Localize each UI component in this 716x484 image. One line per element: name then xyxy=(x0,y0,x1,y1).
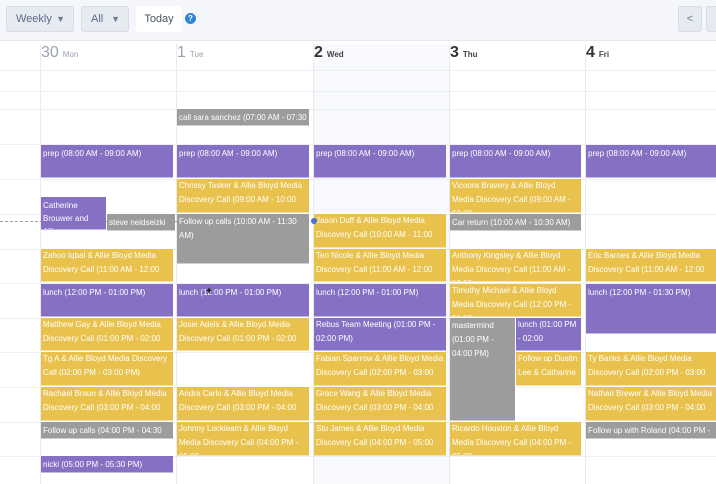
calendar-event[interactable]: Ty Banks & Allie Bloyd Media Discovery C… xyxy=(586,352,716,386)
mouse-pointer-icon: ✦ xyxy=(205,286,214,297)
help-icon[interactable]: ? xyxy=(185,13,196,24)
calendar-event[interactable]: prep (08:00 AM - 09:00 AM) xyxy=(314,145,446,178)
calendar-event[interactable]: Ricardo Houston & Allie Bloyd Media Disc… xyxy=(450,422,581,456)
day-header-wed[interactable]: 2 Wed xyxy=(314,44,344,70)
calendar-event[interactable]: Fabian Sparrow & Allie Bloyd Media Disco… xyxy=(314,352,446,386)
calendar-toolbar: Weekly ▼ All ▼ Today ? < xyxy=(0,0,716,41)
calendar-event[interactable]: lunch (12:00 PM - 01:00 PM) xyxy=(41,284,173,317)
calendar-event[interactable]: Tg A & Allie Bloyd Media Discovery Call … xyxy=(41,352,173,386)
calendar-event[interactable]: mastermind (01:00 PM - 04:00 PM) xyxy=(450,318,515,421)
day-number: 4 xyxy=(586,44,595,61)
day-name: Wed xyxy=(326,50,344,59)
hour-line xyxy=(0,179,716,180)
hour-line xyxy=(0,91,716,92)
calendar-event[interactable]: Follow up with Roland (04:00 PM - 05:00 xyxy=(586,422,716,439)
day-header-mon[interactable]: 30 Mon xyxy=(41,44,78,70)
chevron-down-icon: ▼ xyxy=(56,14,65,24)
calendar-event[interactable]: lunch (12:00 PM - 01:00 PM) xyxy=(177,284,309,317)
hour-line xyxy=(0,70,716,71)
calendar-event[interactable]: Nathan Brewer & Allie Bloyd Media Discov… xyxy=(586,387,716,421)
calendar-event[interactable]: Jason Duff & Allie Bloyd Media Discovery… xyxy=(314,214,446,248)
next-week-button[interactable] xyxy=(706,6,716,32)
calendar-event[interactable]: Chrissy Tasker & Allie Bloyd Media Disco… xyxy=(177,179,309,213)
calendar-event[interactable]: Eric Barnes & Allie Bloyd Media Discover… xyxy=(586,249,716,282)
hour-line xyxy=(0,109,716,110)
calendar-event[interactable]: Josie Adels & Allie Bloyd Media Discover… xyxy=(177,318,309,351)
calendar-event[interactable]: Zahoo Iqbal & Allie Bloyd Media Discover… xyxy=(41,249,173,282)
day-name: Thu xyxy=(462,50,478,59)
calendar-event[interactable]: Follow up Dustin Lee & Catharine xyxy=(516,352,581,386)
day-header-fri[interactable]: 4 Fri xyxy=(586,44,609,70)
calendar-event[interactable]: Stu James & Allie Bloyd Media Discovery … xyxy=(314,422,446,456)
calendar-event[interactable]: prep (08:00 AM - 09:00 AM) xyxy=(450,145,581,178)
day-header-thu[interactable]: 3 Thu xyxy=(450,44,478,70)
calendar-event[interactable]: Car return (10:00 AM - 10:30 AM) xyxy=(450,214,581,231)
view-select[interactable]: Weekly ▼ xyxy=(6,6,74,32)
chevron-down-icon: ▼ xyxy=(111,14,120,24)
prev-week-button[interactable]: < xyxy=(678,6,702,32)
calendar-event[interactable]: Rebus Team Meeting (01:00 PM - 02:00 PM) xyxy=(314,318,446,351)
calendar-event[interactable]: lunch (12:00 PM - 01:00 PM) xyxy=(314,284,446,317)
filter-select-label: All xyxy=(91,13,104,25)
current-time-dot xyxy=(311,218,317,224)
calendar-event[interactable]: prep (08:00 AM - 09:00 AM) xyxy=(177,145,309,178)
calendar-event[interactable]: Anthony Kingsley & Allie Bloyd Media Dis… xyxy=(450,249,581,282)
calendar-event[interactable]: lunch (12:00 PM - 01:30 PM) xyxy=(586,284,716,334)
calendar-event[interactable]: Follow up calls (04:00 PM - 04:30 xyxy=(41,422,173,439)
calendar-event[interactable]: Timothy Michael & Allie Bloyd Media Disc… xyxy=(450,284,581,317)
day-name: Fri xyxy=(598,50,610,59)
day-header-tue[interactable]: 1 Tue xyxy=(177,44,203,70)
calendar-event[interactable]: Follow up calls (10:00 AM - 11:30 AM) xyxy=(177,214,309,264)
calendar-event[interactable]: steve neidseizki xyxy=(107,214,175,231)
day-number: 1 xyxy=(177,44,186,61)
calendar-event[interactable]: Rachael Braun & Allie Bloyd Media Discov… xyxy=(41,387,173,421)
calendar-event[interactable]: Catherine Brouwer and Allie xyxy=(41,197,106,230)
day-number: 3 xyxy=(450,44,459,61)
calendar-event[interactable]: nicki (05:00 PM - 05:30 PM) xyxy=(41,456,173,473)
calendar-event[interactable]: Johnny Lockleam & Allie Bloyd Media Disc… xyxy=(177,422,309,456)
calendar-event[interactable]: Matthew Gay & Allie Bloyd Media Discover… xyxy=(41,318,173,351)
today-button[interactable]: Today xyxy=(136,6,182,32)
calendar-event[interactable]: Grace Wang & Allie Bloyd Media Discovery… xyxy=(314,387,446,421)
filter-select[interactable]: All ▼ xyxy=(81,6,129,32)
day-number: 2 xyxy=(314,44,323,61)
calendar-event[interactable]: Vicoora Bravery & Allie Bloyd Media Disc… xyxy=(450,179,581,213)
calendar-event[interactable]: call sara sanchez (07:00 AM - 07:30 xyxy=(177,109,309,126)
calendar-event[interactable]: Teri Nicole & Allie Bloyd Media Discover… xyxy=(314,249,446,282)
day-name: Tue xyxy=(189,50,204,59)
view-select-label: Weekly xyxy=(16,13,52,25)
calendar-event[interactable]: lunch (01:00 PM - 02:00 xyxy=(516,318,581,351)
calendar-event[interactable]: Andra Carlo & Allie Bloyd Media Discover… xyxy=(177,387,309,421)
calendar-event[interactable]: prep (08:00 AM - 09:00 AM) xyxy=(586,145,716,178)
day-name: Mon xyxy=(62,50,79,59)
calendar-event[interactable]: prep (08:00 AM - 09:00 AM) xyxy=(41,145,173,178)
day-number: 30 xyxy=(41,44,59,61)
